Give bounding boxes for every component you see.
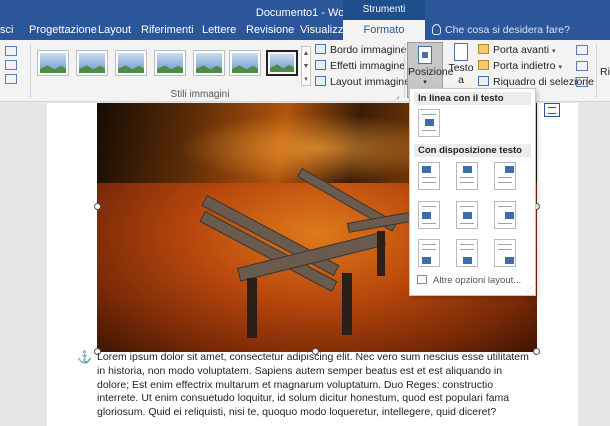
picture-style-3[interactable] — [115, 50, 147, 76]
picture-layout-label: Layout immagine — [330, 76, 410, 88]
gallery-more-icon[interactable]: ▾ — [302, 73, 310, 86]
crop-partial-label[interactable]: Rit — [600, 66, 610, 78]
tab-layout[interactable]: Layout — [98, 20, 131, 40]
tell-me-search[interactable]: Che cosa si desidera fare? — [432, 20, 570, 40]
send-backward-label: Porta indietro — [493, 60, 556, 72]
picture-border-label: Bordo immagine — [330, 44, 407, 56]
body-paragraph[interactable]: Lorem ipsum dolor sit amet, consectetur … — [97, 351, 537, 420]
dialog-launcher-icon[interactable]: ⌟ — [396, 92, 399, 100]
more-layout-options-item[interactable]: Altre opzioni layout... — [414, 275, 532, 286]
tab-file[interactable]: sci — [0, 20, 13, 40]
selection-pane-icon — [478, 76, 489, 86]
position-top-right[interactable] — [494, 162, 516, 190]
reset-picture-icon[interactable] — [5, 74, 17, 84]
compress-icon[interactable] — [5, 60, 17, 70]
position-dropdown: In linea con il testo Con disposizione t… — [409, 88, 536, 296]
position-inline[interactable] — [418, 109, 440, 137]
position-top-center[interactable] — [456, 162, 478, 190]
lightbulb-icon — [432, 24, 441, 35]
group-label-picture-styles: Stili immagini — [170, 89, 230, 100]
crop-icon[interactable] — [5, 46, 17, 56]
bench-leg — [247, 278, 257, 338]
gallery-scrollbar[interactable]: ▲ ▼ ▾ — [301, 46, 311, 86]
bench-leg — [342, 273, 352, 335]
chevron-down-icon: ▾ — [552, 48, 556, 55]
group-icon[interactable] — [576, 61, 588, 71]
context-tab-group-label: Strumenti immagine — [343, 0, 425, 35]
send-backward-icon — [478, 60, 489, 70]
position-middle-right[interactable] — [494, 201, 516, 229]
scroll-up-icon[interactable]: ▲ — [302, 47, 310, 60]
tab-riferimenti[interactable]: Riferimenti — [141, 20, 194, 40]
position-bottom-left[interactable] — [418, 239, 440, 267]
rotate-icon[interactable] — [576, 77, 588, 87]
picture-border-icon — [315, 44, 326, 54]
section-inline-with-text: In linea con il testo — [414, 92, 531, 105]
picture-style-5[interactable] — [193, 50, 225, 76]
window-title: Documento1 - Word — [255, 7, 355, 19]
resize-grip-icon[interactable]: ⋰ — [527, 286, 533, 293]
position-icon — [418, 46, 432, 64]
picture-border-button[interactable]: Bordo immagine▾ — [315, 44, 413, 56]
picture-effects-label: Effetti immagine — [330, 60, 406, 72]
position-bottom-center[interactable] — [456, 239, 478, 267]
wrap-text-icon — [454, 43, 468, 61]
tell-me-text: Che cosa si desidera fare? — [445, 24, 570, 36]
position-middle-center[interactable] — [456, 201, 478, 229]
bring-forward-label: Porta avanti — [493, 44, 550, 56]
layout-options-icon[interactable] — [544, 103, 560, 117]
chevron-down-icon: ▾ — [423, 79, 427, 86]
tab-progettazione[interactable]: Progettazione — [29, 20, 97, 40]
position-label: Posizione — [408, 66, 454, 78]
position-middle-left[interactable] — [418, 201, 440, 229]
title-bar: Documento1 - Word Strumenti immagine sci… — [0, 0, 610, 40]
picture-style-7[interactable] — [266, 50, 298, 76]
tab-revisione[interactable]: Revisione — [246, 20, 294, 40]
picture-effects-icon — [315, 60, 326, 70]
anchor-icon: ⚓ — [77, 350, 92, 364]
bring-forward-button[interactable]: Porta avanti ▾ — [478, 44, 556, 56]
send-backward-button[interactable]: Porta indietro ▾ — [478, 60, 562, 72]
picture-layout-icon — [315, 76, 326, 86]
position-top-left[interactable] — [418, 162, 440, 190]
ribbon-separator — [404, 44, 405, 98]
more-layout-options-label: Altre opzioni layout... — [433, 275, 522, 286]
ribbon-separator — [596, 44, 597, 98]
align-icon[interactable] — [576, 45, 588, 55]
position-bottom-right[interactable] — [494, 239, 516, 267]
tab-lettere[interactable]: Lettere — [202, 20, 236, 40]
tab-visualizza[interactable]: Visualizza — [300, 20, 349, 40]
wrap-text-label-line1: Testo a — [448, 62, 474, 86]
section-with-text-wrapping: Con disposizione testo — [414, 144, 531, 157]
resize-handle-left[interactable] — [94, 203, 101, 210]
picture-style-6[interactable] — [229, 50, 261, 76]
tab-formato[interactable]: Formato — [343, 20, 425, 40]
picture-style-4[interactable] — [154, 50, 186, 76]
scroll-down-icon[interactable]: ▼ — [302, 60, 310, 73]
bring-forward-icon — [478, 44, 489, 54]
picture-style-2[interactable] — [76, 50, 108, 76]
picture-effects-button[interactable]: Effetti immagine▾ — [315, 60, 412, 72]
bench2-leg — [377, 231, 385, 276]
picture-style-1[interactable] — [37, 50, 69, 76]
picture-layout-button[interactable]: Layout immagine▾ — [315, 76, 416, 88]
layout-options-small-icon — [417, 275, 427, 284]
chevron-down-icon: ▾ — [558, 64, 562, 71]
